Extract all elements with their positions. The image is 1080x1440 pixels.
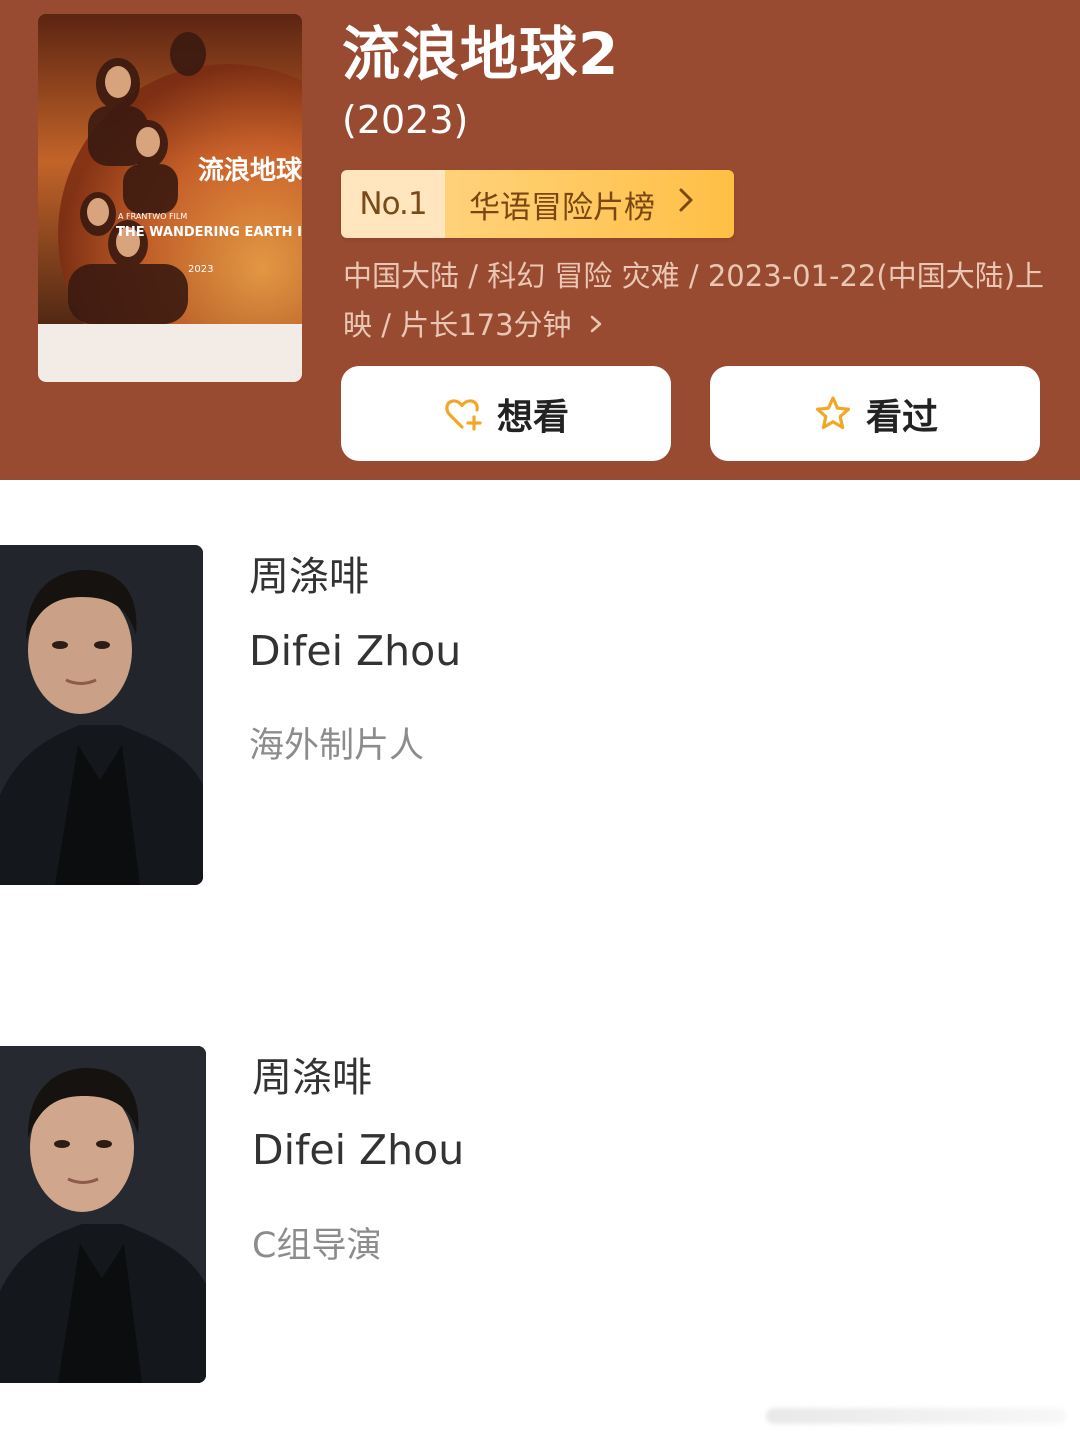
meta-line-2: 映 / 片长173分钟 [343,301,1043,350]
rank-list[interactable]: 华语冒险片榜 [445,170,734,238]
movie-title: 流浪地球2 [342,20,620,88]
person-name-cn: 周涤啡 [249,554,369,600]
movie-poster[interactable]: 流浪地球 A FRANTWO FILM THE WANDERING EARTH … [38,14,302,382]
meta-line-1: 中国大陆 / 科幻 冒险 灾难 / 2023-01-22(中国大陆)上 [343,259,1045,293]
chevron-right-icon [677,186,695,222]
poster-artwork: 流浪地球 A FRANTWO FILM THE WANDERING EARTH … [38,14,302,382]
person-name-cn: 周涤啡 [252,1055,372,1101]
svg-text:A FRANTWO FILM: A FRANTWO FILM [118,212,187,221]
meta-line-2-text: 映 / 片长173分钟 [343,308,572,342]
poster-title-cn: 流浪地球 [198,155,302,186]
heart-plus-icon [443,393,485,435]
movie-header: 流浪地球 A FRANTWO FILM THE WANDERING EARTH … [0,0,1080,480]
want-to-watch-button[interactable]: 想看 [341,366,671,461]
rank-badge[interactable]: No.1 华语冒险片榜 [341,170,734,238]
person-name-en: Difei Zhou [249,627,462,675]
person-photo [0,545,203,885]
want-to-watch-label: 想看 [496,396,569,438]
movie-year: (2023) [342,98,469,142]
chevron-right-icon [589,308,603,342]
person-role: 海外制片人 [249,726,425,766]
svg-text:2023: 2023 [188,264,213,275]
movie-meta[interactable]: 中国大陆 / 科幻 冒险 灾难 / 2023-01-22(中国大陆)上 映 / … [343,252,1045,350]
poster-title-en: THE WANDERING EARTH II [116,225,302,240]
person-photo [0,1046,206,1383]
watched-button[interactable]: 看过 [710,366,1040,461]
rank-number: No.1 [341,170,445,238]
watched-label: 看过 [865,396,938,438]
person-role: C组导演 [252,1226,382,1266]
watermark-blur [766,1408,1066,1424]
star-icon [812,393,854,435]
rank-list-name: 华语冒险片榜 [469,189,655,226]
person-name-en: Difei Zhou [252,1126,465,1174]
